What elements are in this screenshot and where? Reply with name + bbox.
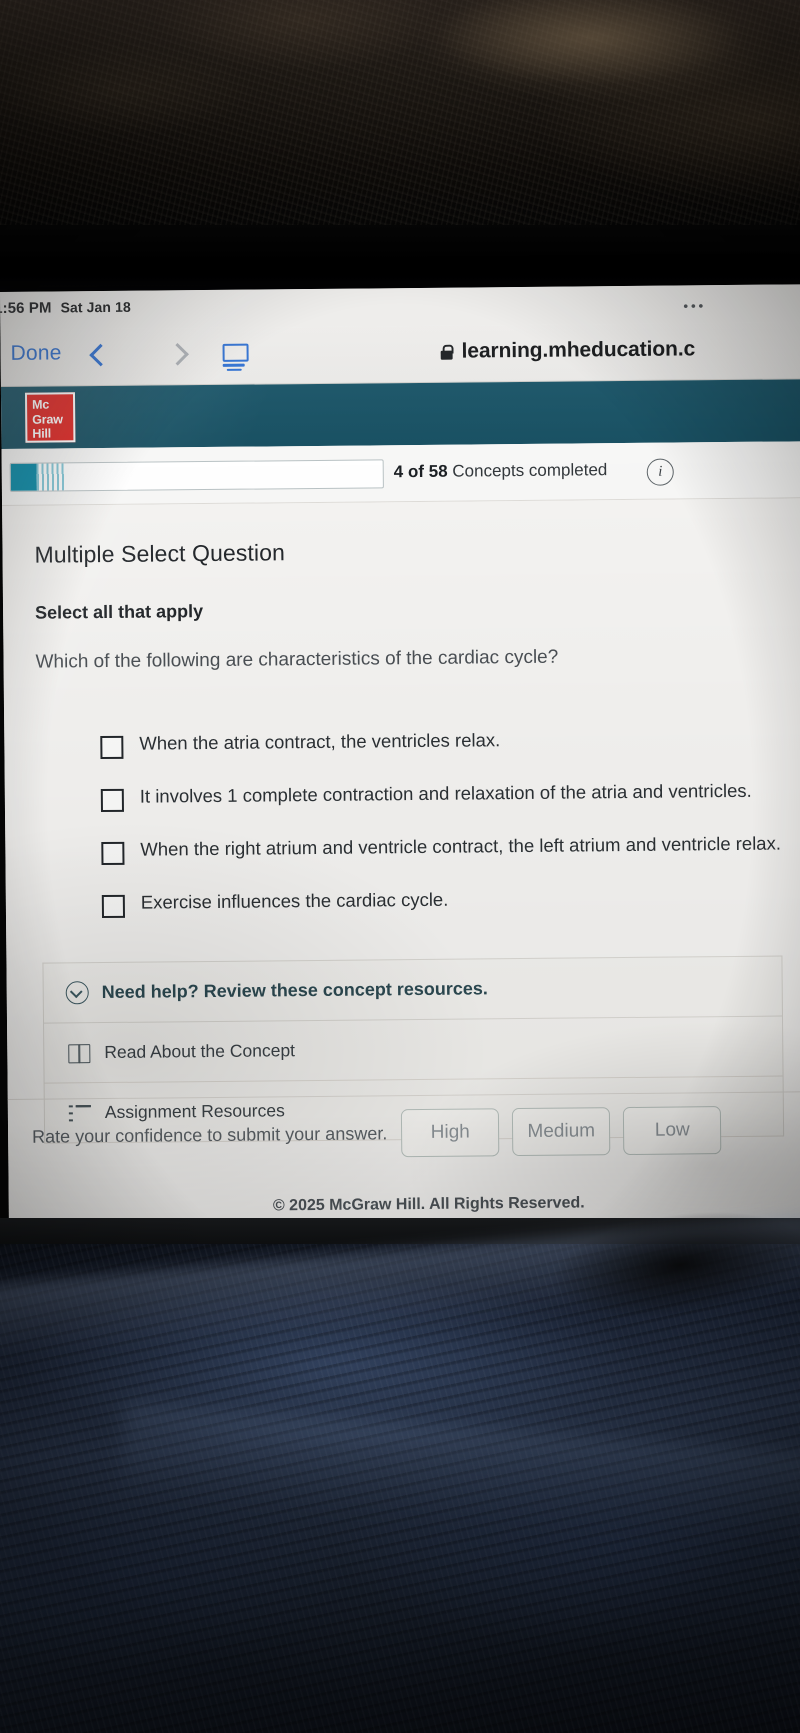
progress-label: 4 of 58 Concepts completed xyxy=(394,460,608,482)
info-icon[interactable]: i xyxy=(646,458,674,486)
answer-option-label: When the atria contract, the ventricles … xyxy=(139,729,501,754)
lock-icon xyxy=(440,344,454,360)
chevron-down-circle-icon xyxy=(65,981,89,1005)
progress-bar xyxy=(9,459,384,492)
chevron-left-icon xyxy=(89,343,112,367)
resource-item-label: Read About the Concept xyxy=(104,1040,296,1063)
open-book-icon xyxy=(68,1044,91,1064)
blanket-background xyxy=(0,0,800,232)
resources-header[interactable]: Need help? Review these concept resource… xyxy=(43,956,782,1024)
progress-caption: Concepts completed xyxy=(452,460,608,481)
confidence-prompt: Rate your confidence to submit your answ… xyxy=(32,1122,388,1147)
answer-option-checkbox[interactable] xyxy=(100,788,124,813)
answer-option[interactable]: Exercise influences the cardiac cycle. xyxy=(101,885,800,919)
status-time: 1:56 PM xyxy=(0,299,52,318)
confidence-button-high[interactable]: High xyxy=(401,1108,500,1158)
status-date: Sat Jan 18 xyxy=(60,298,131,316)
logo-line-1: Mc xyxy=(32,397,50,412)
mcgraw-hill-logo[interactable]: Mc Graw Hill xyxy=(24,392,76,443)
answer-option-label: When the right atrium and ventricle cont… xyxy=(140,832,782,860)
answer-option-checkbox[interactable] xyxy=(100,735,124,760)
forward-button[interactable] xyxy=(165,338,191,368)
reader-line-1 xyxy=(222,364,245,367)
confidence-button-low[interactable]: Low xyxy=(623,1106,722,1156)
progress-count: 4 of 58 xyxy=(393,461,448,482)
logo-line-2: Graw xyxy=(32,411,63,427)
answer-option-label: Exercise influences the cardiac cycle. xyxy=(140,888,449,913)
status-bar-time-date: 1:56 PM Sat Jan 18 xyxy=(0,299,131,317)
question-type-label: Multiple Select Question xyxy=(34,539,286,568)
book-page-right xyxy=(78,1044,91,1064)
reader-line-2 xyxy=(226,368,242,371)
answer-options-list: When the atria contract, the ventricles … xyxy=(4,726,800,919)
photo-scene: 1:56 PM Sat Jan 18 ••• Done learning.mhe… xyxy=(0,0,800,1733)
lock-body xyxy=(440,350,453,360)
progress-strip: 4 of 58 Concepts completed i xyxy=(1,441,800,506)
confidence-buttons: High Medium Low xyxy=(401,1106,722,1158)
progress-bar-fill xyxy=(10,463,37,491)
url-bar[interactable]: learning.mheducation.c xyxy=(440,336,800,363)
answer-option[interactable]: When the atria contract, the ventricles … xyxy=(100,726,800,760)
done-button[interactable]: Done xyxy=(10,341,61,365)
question-instruction: Select all that apply xyxy=(34,601,204,623)
back-button[interactable] xyxy=(88,339,114,369)
resource-item-read-about-the-concept[interactable]: Read About the Concept xyxy=(44,1016,783,1084)
resources-header-label: Need help? Review these concept resource… xyxy=(101,978,488,1003)
status-more-dots: ••• xyxy=(683,298,707,314)
confidence-button-medium[interactable]: Medium xyxy=(512,1107,611,1157)
browser-toolbar: Done learning.mheducation.c xyxy=(0,322,800,387)
reader-view-icon[interactable] xyxy=(222,343,249,371)
answer-option-label: It involves 1 complete contraction and r… xyxy=(139,779,752,807)
answer-option[interactable]: When the right atrium and ventricle cont… xyxy=(101,832,800,866)
url-text: learning.mheducation.c xyxy=(461,337,696,363)
logo-line-3: Hill xyxy=(32,426,52,441)
question-stem: Which of the following are characteristi… xyxy=(35,646,559,673)
reader-box xyxy=(222,343,249,362)
answer-option-checkbox[interactable] xyxy=(101,894,126,919)
answer-option-checkbox[interactable] xyxy=(101,841,125,866)
confidence-bar: Rate your confidence to submit your answ… xyxy=(7,1091,800,1174)
answer-option[interactable]: It involves 1 complete contraction and r… xyxy=(100,779,800,813)
chevron-right-icon xyxy=(166,342,189,366)
device-screen: 1:56 PM Sat Jan 18 ••• Done learning.mhe… xyxy=(0,284,800,1232)
progress-bar-hatch xyxy=(36,463,65,491)
app-header: Mc Graw Hill xyxy=(0,379,800,449)
